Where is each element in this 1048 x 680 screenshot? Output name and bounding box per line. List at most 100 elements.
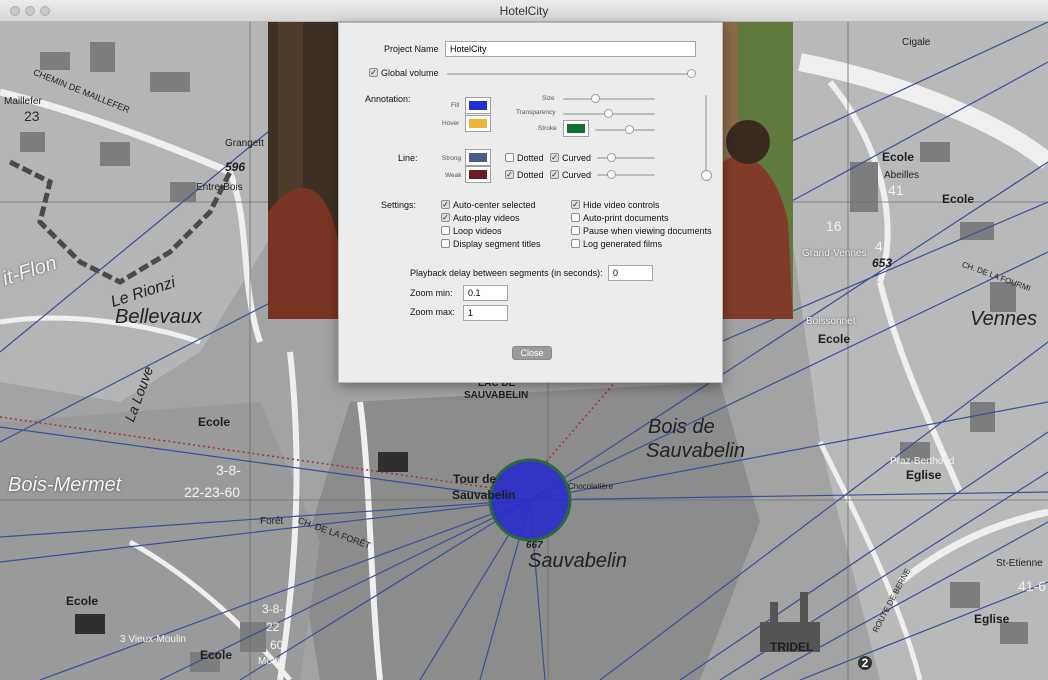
strong-color-well[interactable] bbox=[465, 149, 491, 166]
map-label-3-8b: 3-8- bbox=[262, 602, 284, 616]
weak-dotted-checkbox[interactable]: ✓ bbox=[505, 170, 514, 179]
strong-dotted-label: Dotted bbox=[517, 153, 544, 163]
auto-play-videos-checkbox[interactable]: ✓ bbox=[441, 213, 450, 222]
zoom-min-label: Zoom min: bbox=[410, 288, 453, 298]
map-marker-2: 2 bbox=[858, 656, 872, 670]
global-volume-slider[interactable] bbox=[447, 73, 695, 75]
map-label-ecole-6: Ecole bbox=[200, 648, 233, 662]
map-label-23: 23 bbox=[24, 108, 40, 124]
project-name-input[interactable] bbox=[445, 41, 696, 57]
map-label-bellevaux: Bellevaux bbox=[115, 306, 202, 328]
map-label-praz-berthoud: Praz-Berthoud bbox=[890, 456, 955, 467]
auto-center-selected-checkbox[interactable]: ✓ bbox=[441, 200, 450, 209]
size-label: Size bbox=[542, 95, 555, 102]
global-volume-label: Global volume bbox=[381, 68, 439, 78]
strong-dotted-checkbox[interactable] bbox=[505, 153, 514, 162]
project-name-label: Project Name bbox=[384, 44, 439, 54]
map-label-tridel: TRIDEL bbox=[770, 640, 814, 654]
hide-video-controls-checkbox[interactable]: ✓ bbox=[571, 200, 580, 209]
log-generated-films-checkbox[interactable] bbox=[571, 239, 580, 248]
stroke-color-well[interactable] bbox=[563, 120, 589, 137]
display-segment-titles-checkbox[interactable] bbox=[441, 239, 450, 248]
zoom-min-input[interactable] bbox=[463, 285, 508, 301]
strong-curved-checkbox[interactable]: ✓ bbox=[550, 153, 559, 162]
loop-videos-checkbox[interactable] bbox=[441, 226, 450, 235]
map-label-vennes: Vennes bbox=[970, 308, 1038, 330]
auto-play-videos-label: Auto-play videos bbox=[453, 213, 520, 223]
map-label-cigale: Cigale bbox=[902, 37, 931, 48]
weak-width-knob[interactable] bbox=[607, 170, 616, 179]
map-label-41: 41 bbox=[888, 182, 904, 198]
project-settings-dialog: Project Name ✓ Global volume Annotation:… bbox=[338, 22, 723, 383]
zoom-max-label: Zoom max: bbox=[410, 307, 456, 317]
close-button[interactable]: Close bbox=[512, 346, 552, 360]
map-label-sauvabelin-italic: Sauvabelin bbox=[646, 440, 745, 462]
pause-when-viewing-documents-label: Pause when viewing documents bbox=[583, 226, 712, 236]
line-label: Line: bbox=[398, 153, 418, 163]
playback-delay-input[interactable] bbox=[608, 265, 653, 281]
auto-print-documents-label: Auto-print documents bbox=[583, 213, 669, 223]
map-label-eglise-2: Eglise bbox=[974, 612, 1010, 626]
fill-color-swatch bbox=[469, 101, 487, 110]
hover-color-well[interactable] bbox=[465, 115, 491, 132]
hide-video-controls-label: Hide video controls bbox=[583, 200, 660, 210]
transparency-knob[interactable] bbox=[604, 109, 613, 118]
window-title: HotelCity bbox=[499, 4, 549, 18]
map-label-vieux-moulin: 3 Vieux-Moulin bbox=[120, 634, 186, 645]
global-volume-checkbox[interactable]: ✓ bbox=[369, 68, 378, 77]
vertical-slider[interactable] bbox=[705, 95, 707, 179]
map-label-grangette: Grangett bbox=[225, 138, 264, 149]
fill-label: Fill bbox=[451, 102, 460, 109]
global-volume-knob[interactable] bbox=[687, 69, 696, 78]
auto-print-documents-checkbox[interactable] bbox=[571, 213, 580, 222]
map-label-16: 16 bbox=[826, 218, 842, 234]
map-label-motte: Motte bbox=[258, 656, 284, 667]
strong-curved-label: Curved bbox=[562, 153, 592, 163]
window-titlebar: HotelCity bbox=[0, 0, 1048, 22]
map-label-sauvabelin-caps: SAUVABELIN bbox=[464, 390, 529, 401]
map-label-60: 60 bbox=[270, 638, 284, 652]
vertical-slider-knob[interactable] bbox=[701, 170, 712, 181]
weak-width-slider[interactable] bbox=[597, 174, 655, 176]
size-slider[interactable] bbox=[563, 98, 655, 100]
map-label-ecole-1: Ecole bbox=[198, 415, 231, 429]
weak-curved-checkbox[interactable]: ✓ bbox=[550, 170, 559, 179]
map-label-ecole-4: Ecole bbox=[818, 332, 851, 346]
map-label-596: 596 bbox=[225, 160, 246, 174]
weak-curved-label: Curved bbox=[562, 170, 592, 180]
map-label-ecole-5: Ecole bbox=[66, 594, 99, 608]
weak-color-well[interactable] bbox=[465, 166, 491, 183]
hover-color-swatch bbox=[469, 119, 487, 128]
display-segment-titles-label: Display segment titles bbox=[453, 239, 541, 249]
map-label-653: 653 bbox=[872, 256, 893, 270]
map-label-boissonnet: Boissonnet bbox=[806, 316, 856, 327]
map-label-ecole-2: Ecole bbox=[882, 150, 915, 164]
map-label-foret: Forêt bbox=[260, 516, 284, 527]
map-label-sauvabelin-bold: Sauvabelin bbox=[452, 488, 516, 502]
auto-center-selected-label: Auto-center selected bbox=[453, 200, 536, 210]
strong-width-knob[interactable] bbox=[607, 153, 616, 162]
strong-label: Strong bbox=[442, 155, 462, 162]
zoom-max-input[interactable] bbox=[463, 305, 508, 321]
map-label-sauvabelin-lower: Sauvabelin bbox=[528, 550, 627, 572]
weak-dotted-label: Dotted bbox=[517, 170, 544, 180]
map-label-st-etienne: St-Etienne bbox=[996, 558, 1043, 569]
fill-color-well[interactable] bbox=[465, 97, 491, 114]
log-generated-films-label: Log generated films bbox=[583, 239, 663, 249]
map-label-41b: 41 bbox=[875, 238, 891, 254]
map-label-22-23-60: 22-23-60 bbox=[184, 484, 241, 500]
loop-videos-label: Loop videos bbox=[453, 226, 502, 236]
map-label-bois-mermet: Bois-Mermet bbox=[8, 474, 122, 496]
size-knob[interactable] bbox=[591, 94, 600, 103]
pause-when-viewing-documents-checkbox[interactable] bbox=[571, 226, 580, 235]
weak-color-swatch bbox=[469, 170, 487, 179]
map-label-ecole-3: Ecole bbox=[942, 192, 975, 206]
strong-width-slider[interactable] bbox=[597, 157, 655, 159]
map-label-tour-de: Tour de bbox=[453, 472, 497, 486]
stroke-color-swatch bbox=[567, 124, 585, 133]
hover-label: Hover bbox=[442, 120, 460, 127]
stroke-knob[interactable] bbox=[625, 125, 634, 134]
strong-color-swatch bbox=[469, 153, 487, 162]
weak-label: Weak bbox=[445, 172, 462, 179]
map-label-41-6: 41-6 bbox=[1018, 578, 1047, 594]
